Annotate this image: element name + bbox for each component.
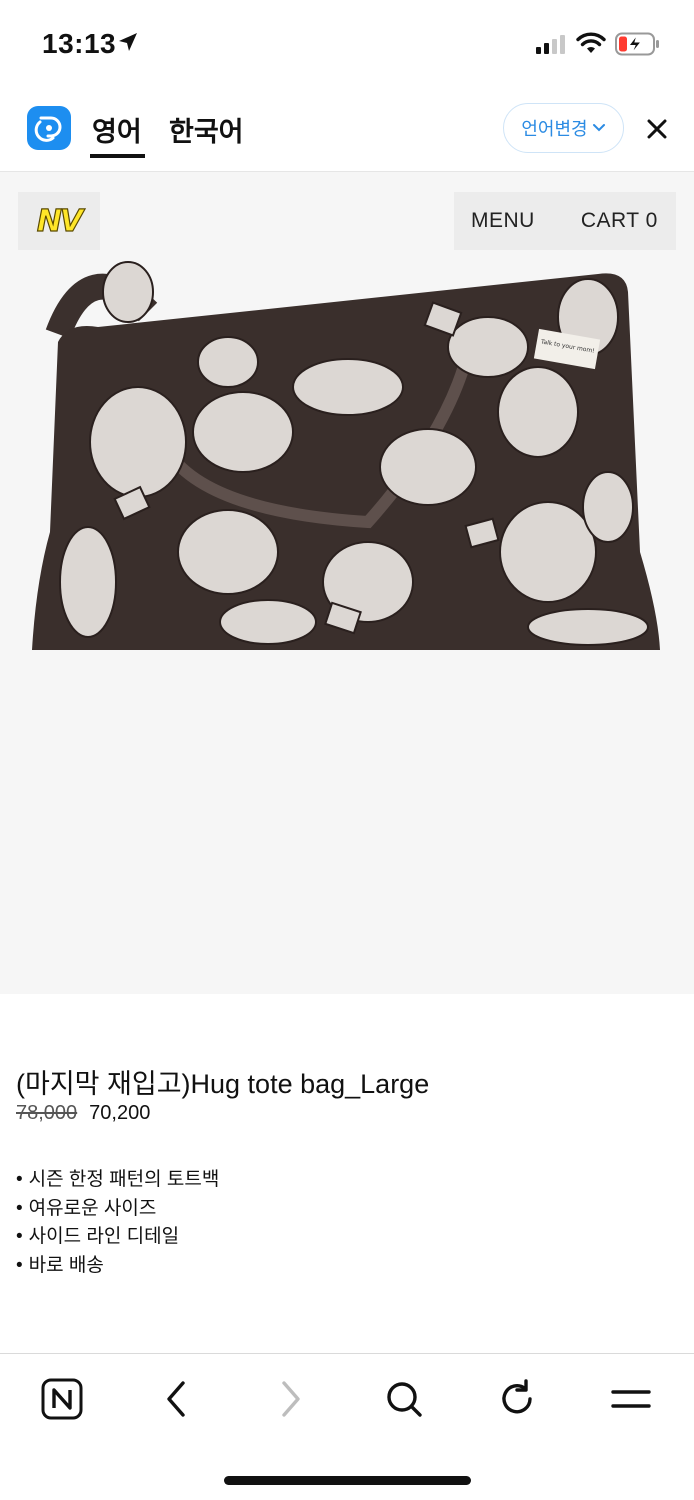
translate-app-icon[interactable]: [27, 106, 71, 150]
cellular-signal-icon: [536, 35, 565, 54]
status-bar: 13:13: [0, 0, 694, 90]
browser-toolbar: [0, 1353, 694, 1500]
menu-icon[interactable]: [608, 1376, 654, 1422]
feature-item: 시즌 한정 패턴의 토트백: [16, 1166, 220, 1195]
original-price: 78,000: [16, 1102, 78, 1124]
change-language-button[interactable]: 언어변경: [503, 103, 624, 153]
wifi-icon: [576, 32, 606, 53]
naver-home-icon[interactable]: [39, 1376, 85, 1422]
feature-list: 시즌 한정 패턴의 토트백 여유로운 사이즈 사이드 라인 디테일 바로 배송: [16, 1166, 220, 1281]
tab-korean[interactable]: 한국어: [169, 110, 244, 149]
product-image-area: Talk to your mom! NV MENU CART 0: [0, 172, 694, 994]
location-arrow-icon: [119, 33, 137, 51]
back-icon[interactable]: [153, 1376, 199, 1422]
chevron-down-icon: [592, 124, 605, 132]
feature-item: 여유로운 사이즈: [16, 1195, 219, 1224]
close-icon[interactable]: [644, 116, 670, 142]
feature-item: 사이드 라인 디테일: [16, 1223, 219, 1252]
forward-icon[interactable]: [268, 1376, 314, 1422]
tote-bag-image[interactable]: Talk to your mom!: [28, 252, 664, 656]
tab-english[interactable]: 영어: [92, 110, 142, 149]
status-time: 13:13: [42, 28, 117, 59]
home-indicator[interactable]: [224, 1476, 471, 1485]
menu-link[interactable]: MENU: [471, 209, 535, 233]
change-language-label: 언어변경: [521, 119, 588, 139]
feature-item: 바로 배송: [16, 1252, 219, 1281]
refresh-icon[interactable]: [494, 1376, 540, 1422]
search-icon[interactable]: [381, 1376, 427, 1422]
sale-price: 70,200: [89, 1102, 151, 1124]
battery-low-charging-icon: [615, 32, 659, 56]
site-logo-text: NV: [36, 203, 84, 239]
product-title: (마지막 재입고)Hug tote bag_Large: [16, 1069, 430, 1099]
translate-bar: 영어 한국어 언어변경: [0, 90, 694, 172]
cart-link[interactable]: CART 0: [581, 209, 658, 233]
site-logo[interactable]: NV: [18, 192, 100, 250]
price-row: 78,000 70,200: [16, 1102, 150, 1125]
site-header-nav: MENU CART 0: [454, 192, 676, 250]
active-tab-indicator: [90, 154, 145, 158]
